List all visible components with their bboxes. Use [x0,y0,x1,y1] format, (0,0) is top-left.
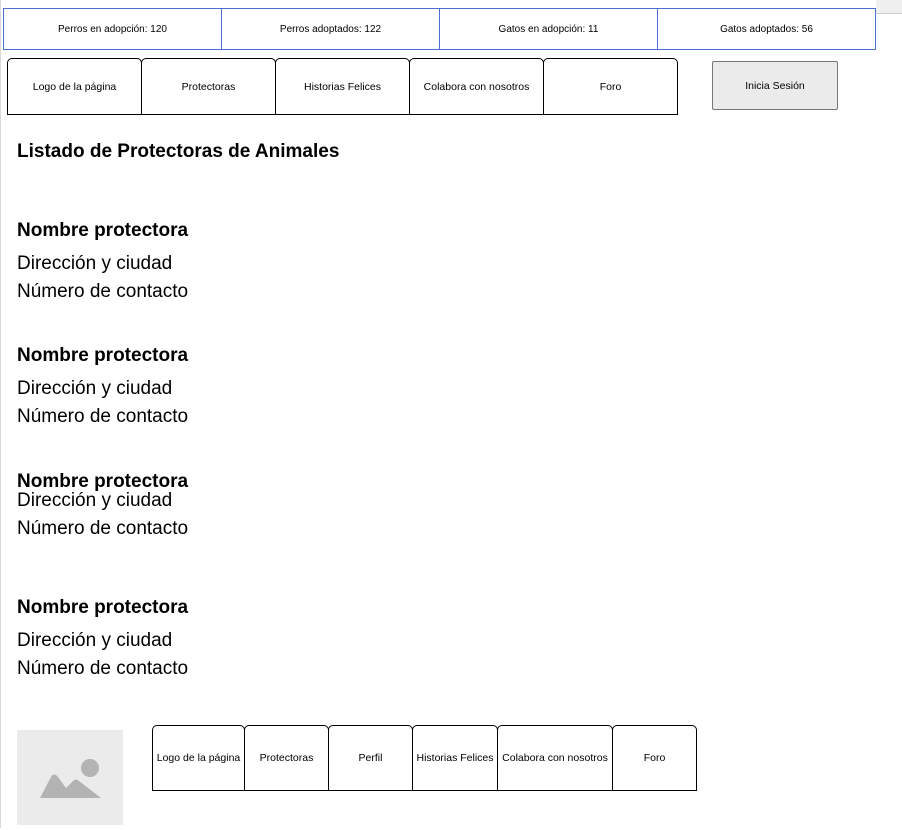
stat-cats-for-adoption: Gatos en adopción: 11 [440,9,658,49]
page-title: Listado de Protectoras de Animales [17,141,340,162]
footer-tab-historias-felices[interactable]: Historias Felices [412,725,498,791]
shelter-contact: Número de contacto [17,518,189,539]
stat-dogs-adopted: Perros adoptados: 122 [222,9,440,49]
image-placeholder-icon [40,759,101,798]
main-nav: Logo de la página Protectoras Historias … [7,58,678,115]
shelter-contact: Número de contacto [17,406,189,427]
nav-tab-colabora[interactable]: Colabora con nosotros [409,58,544,115]
shelter-item: Nombre protectora Dirección y ciudad Núm… [17,471,188,543]
scroll-strip [876,0,902,14]
nav-tab-logo[interactable]: Logo de la página [7,58,142,115]
stat-cats-adopted: Gatos adoptados: 56 [720,23,813,35]
shelter-address: Dirección y ciudad [17,490,173,511]
footer-image-placeholder [17,730,123,825]
nav-tab-historias-felices[interactable]: Historias Felices [275,58,410,115]
login-button[interactable]: Inicia Sesión [712,61,838,110]
shelter-contact: Número de contacto [17,281,189,302]
shelter-item: Nombre protectora Dirección y ciudad Núm… [17,220,188,306]
page-left-border [0,0,1,828]
stats-bar: Perros en adopción: 120 Perros adoptados… [3,8,876,50]
footer-tab-foro[interactable]: Foro [612,725,697,791]
shelter-item: Nombre protectora Dirección y ciudad Núm… [17,345,188,431]
nav-tab-protectoras[interactable]: Protectoras [141,58,276,115]
shelter-address: Dirección y ciudad [17,630,173,651]
stat-dogs-for-adoption: Perros en adopción: 120 [4,9,222,49]
footer-tab-colabora[interactable]: Colabora con nosotros [497,725,613,791]
shelter-address: Dirección y ciudad [17,253,173,274]
shelter-name: Nombre protectora [17,345,189,366]
shelter-name: Nombre protectora [17,597,189,618]
shelter-address: Dirección y ciudad [17,378,173,399]
footer-tab-perfil[interactable]: Perfil [328,725,413,791]
shelter-item: Nombre protectora Dirección y ciudad Núm… [17,597,188,683]
footer-tab-logo[interactable]: Logo de la página [152,725,245,791]
nav-tab-foro[interactable]: Foro [543,58,678,115]
footer-nav: Logo de la página Protectoras Perfil His… [152,725,697,791]
footer-tab-protectoras[interactable]: Protectoras [244,725,329,791]
shelter-contact: Número de contacto [17,658,189,679]
shelter-name: Nombre protectora [17,220,189,241]
